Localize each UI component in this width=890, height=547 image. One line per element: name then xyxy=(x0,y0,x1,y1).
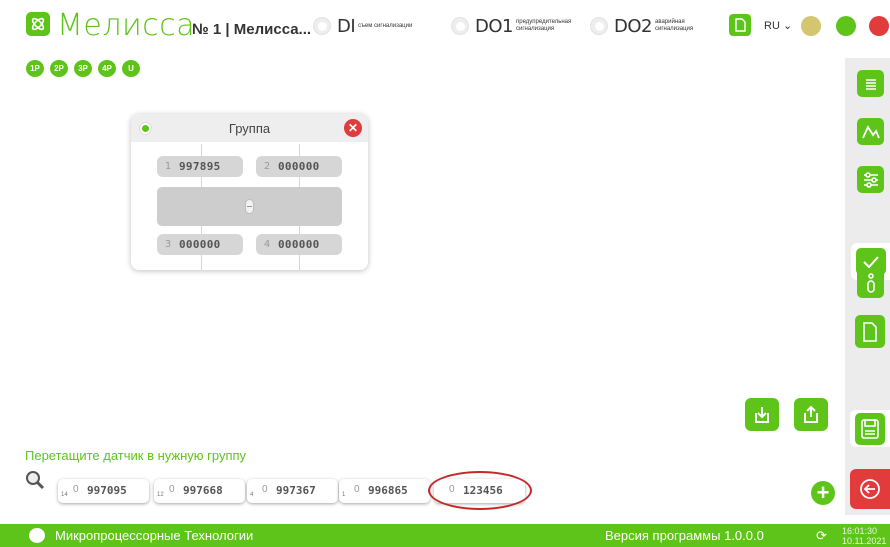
device-title[interactable]: № 1 | Мелисса... xyxy=(192,21,311,38)
sensor-card[interactable]: 12 0 997668 xyxy=(154,479,245,503)
group-card-title: Группа xyxy=(228,121,271,136)
language-select[interactable]: RU ⌄ xyxy=(764,19,792,32)
group-tab-u[interactable]: U xyxy=(122,60,140,77)
signal-desc: предупредительная сигнализация xyxy=(515,19,572,32)
group-card[interactable]: Группа ✕ 1 997895 2 000000 3 000000 4 00… xyxy=(131,114,368,270)
status-yellow-dot xyxy=(801,16,821,36)
drag-handle-icon[interactable] xyxy=(245,199,254,214)
slot-number: 3 xyxy=(164,239,172,250)
sensor-value: 997668 xyxy=(183,484,223,497)
sensor-sub: 1 xyxy=(342,492,346,498)
status-green-dot xyxy=(836,16,856,36)
sensor-number: 0 xyxy=(354,484,360,495)
signal-do1: DO1 предупредительная сигнализация xyxy=(451,15,576,37)
logo-icon xyxy=(26,12,50,36)
sensor-card[interactable]: 14 0 997095 xyxy=(58,479,149,503)
signal-indicator-icon xyxy=(313,17,331,35)
signal-indicator-icon xyxy=(590,17,608,35)
sensor-number: 0 xyxy=(73,484,79,495)
export-button[interactable] xyxy=(794,398,828,431)
close-icon[interactable]: ✕ xyxy=(344,119,362,137)
group-slot-3[interactable]: 3 000000 xyxy=(157,234,243,255)
slot-value: 000000 xyxy=(278,238,320,251)
clock: 16:01:30 10.11.2021 xyxy=(842,526,886,546)
signal-code: DO2 xyxy=(614,15,652,37)
group-slot-1[interactable]: 1 997895 xyxy=(157,156,243,177)
drag-hint: Перетащите датчик в нужную группу xyxy=(25,448,247,463)
sync-icon[interactable]: ⟳ xyxy=(816,528,827,544)
sensor-number: 0 xyxy=(262,484,268,495)
signal-desc: аварийная сигнализация xyxy=(654,19,694,32)
info-icon[interactable] xyxy=(857,268,884,298)
footer: Микропроцессорные Технологии Версия прог… xyxy=(0,524,890,547)
slot-value: 000000 xyxy=(278,160,320,173)
status-red-dot xyxy=(869,16,889,36)
signal-di: DI съем сигнализации xyxy=(313,15,430,37)
chart-icon[interactable] xyxy=(857,118,884,145)
slot-value: 000000 xyxy=(179,238,221,251)
group-tab-1p[interactable]: 1P xyxy=(26,60,44,77)
slot-number: 2 xyxy=(263,161,271,172)
group-tab-4p[interactable]: 4P xyxy=(98,60,116,77)
sensor-card[interactable]: 4 0 997367 xyxy=(247,479,338,503)
exit-icon xyxy=(860,479,880,499)
header: Мелисса № 1 | Мелисса... DI съем сигнали… xyxy=(0,0,890,58)
sliders-icon[interactable] xyxy=(857,166,884,193)
save-icon xyxy=(855,413,885,445)
company-logo-icon xyxy=(29,528,45,543)
import-button[interactable] xyxy=(745,398,779,431)
signal-code: DI xyxy=(337,15,356,37)
document-icon[interactable] xyxy=(855,315,885,348)
brand-name: Мелисса xyxy=(57,8,196,43)
signal-desc: съем сигнализации xyxy=(358,22,413,29)
signal-do2: DO2 аварийная сигнализация xyxy=(590,15,705,37)
group-tab-3p[interactable]: 3P xyxy=(74,60,92,77)
clock-time: 16:01:30 xyxy=(842,526,878,536)
slot-value: 997895 xyxy=(179,160,221,173)
sensor-value: 996865 xyxy=(368,484,408,497)
group-slot-2[interactable]: 2 000000 xyxy=(256,156,342,177)
group-tab-2p[interactable]: 2P xyxy=(50,60,68,77)
sensor-number: 0 xyxy=(169,484,175,495)
program-version: Версия программы 1.0.0.0 xyxy=(605,528,764,543)
sensor-sub: 4 xyxy=(250,492,254,498)
signal-code: DO1 xyxy=(475,15,513,37)
slot-number: 4 xyxy=(263,239,271,250)
group-drop-zone[interactable] xyxy=(157,187,342,226)
upload-icon xyxy=(804,405,818,423)
highlight-ring xyxy=(428,471,532,510)
clock-date: 10.11.2021 xyxy=(842,536,887,546)
sensor-sub: 12 xyxy=(157,492,164,498)
download-icon xyxy=(755,406,769,423)
company-name: Микропроцессорные Технологии xyxy=(55,528,254,543)
search-icon[interactable] xyxy=(25,470,45,490)
sensor-card[interactable]: 1 0 996865 xyxy=(339,479,430,503)
signal-indicator-icon xyxy=(451,17,469,35)
sensor-value: 997367 xyxy=(276,484,316,497)
slot-number: 1 xyxy=(164,161,172,172)
app-window: Мелисса № 1 | Мелисса... DI съем сигнали… xyxy=(0,0,890,547)
document-icon[interactable] xyxy=(729,14,751,36)
list-icon[interactable] xyxy=(857,70,884,97)
exit-button[interactable] xyxy=(850,469,890,509)
save-button[interactable] xyxy=(850,410,890,447)
sensor-value: 997095 xyxy=(87,484,127,497)
sensor-sub: 14 xyxy=(61,492,68,498)
group-slot-4[interactable]: 4 000000 xyxy=(256,234,342,255)
group-tabs: 1P 2P 3P 4P U xyxy=(26,60,140,77)
add-button[interactable]: + xyxy=(811,481,835,505)
group-card-header: Группа ✕ xyxy=(131,114,368,142)
